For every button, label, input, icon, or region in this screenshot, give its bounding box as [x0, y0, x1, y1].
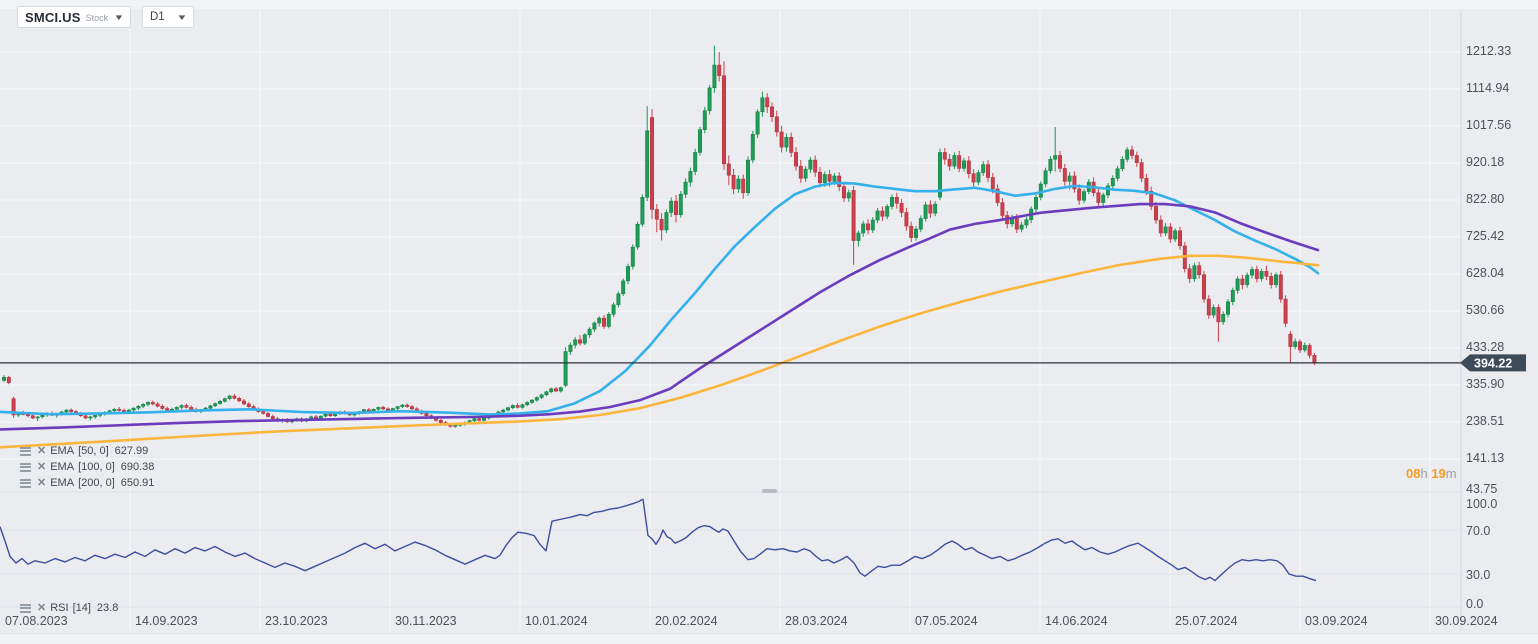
time-axis-label: 14.09.2023 [135, 614, 198, 628]
time-axis-label: 20.02.2024 [655, 614, 718, 628]
price-axis-label: 530.66 [1466, 303, 1505, 317]
indicator-name: EMA [50, 461, 75, 473]
time-axis-label: 30.09.2024 [1435, 614, 1498, 628]
indicator-row-ema50: ✕ EMA [50, 0] 627.99 [20, 443, 154, 459]
price-axis-label: 1212.33 [1466, 44, 1512, 58]
indicator-row-ema200: ✕ EMA [200, 0] 650.91 [20, 475, 154, 491]
time-axis-label: 30.11.2023 [395, 614, 457, 628]
indicator-remove-icon[interactable]: ✕ [37, 462, 46, 473]
symbol-selector[interactable]: SMCI.US Stock ▼ [17, 6, 131, 28]
indicator-params: [14] [72, 602, 91, 614]
rsi-axis-label: 30.0 [1466, 568, 1491, 582]
price-axis-label: 238.51 [1466, 414, 1505, 428]
indicator-params: [100, 0] [78, 461, 115, 473]
indicator-settings-icon[interactable] [20, 462, 31, 472]
indicator-settings-icon[interactable] [20, 446, 31, 456]
indicator-legend: ✕ EMA [50, 0] 627.99 ✕ EMA [100, 0] 690.… [20, 443, 154, 491]
time-axis-label: 07.05.2024 [915, 614, 978, 628]
indicator-value: 690.38 [120, 461, 155, 473]
rsi-axis-label: 100.0 [1466, 497, 1498, 511]
rsi-axis-label: 70.0 [1466, 524, 1491, 538]
price-axis-label: 1114.94 [1466, 81, 1510, 95]
indicator-params: [50, 0] [78, 445, 109, 457]
price-axis-label: 1017.56 [1466, 118, 1512, 132]
top-strip [0, 0, 1538, 9]
indicator-value: 650.91 [120, 477, 155, 489]
symbol-name: SMCI.US [25, 9, 81, 25]
price-axis-label: 433.28 [1466, 340, 1505, 354]
rsi-axis-label: 0.0 [1466, 597, 1484, 611]
current-price-badge: 394.22 [1474, 356, 1512, 370]
indicator-remove-icon[interactable]: ✕ [37, 446, 46, 457]
price-axis-label: 335.90 [1466, 377, 1505, 391]
chevron-down-icon: ▼ [113, 12, 125, 22]
indicator-params: [200, 0] [78, 477, 115, 489]
timeframe-value: D1 [150, 11, 165, 23]
indicator-remove-icon[interactable]: ✕ [37, 603, 46, 614]
time-axis-label: 23.10.2023 [265, 614, 328, 628]
time-axis-label: 14.06.2024 [1045, 614, 1108, 628]
price-axis-label: 141.13 [1466, 451, 1505, 465]
price-axis-label: 725.42 [1466, 229, 1505, 243]
timeframe-selector[interactable]: D1 ▼ [142, 6, 194, 28]
indicator-settings-icon[interactable] [20, 478, 31, 488]
time-axis-label: 03.09.2024 [1305, 614, 1368, 628]
price-axis-label: 822.80 [1466, 192, 1505, 206]
bottom-strip [0, 633, 1538, 644]
chart-window: 394.22 SMCI.US Stock ▼ D1 ▼ ✕ EMA [50, 0… [0, 0, 1538, 644]
chevron-down-icon: ▼ [176, 12, 188, 22]
indicator-row-ema100: ✕ EMA [100, 0] 690.38 [20, 459, 154, 475]
indicator-name: EMA [50, 445, 75, 457]
indicator-name: RSI [50, 602, 69, 614]
price-axis-label: 43.75 [1466, 482, 1498, 496]
indicator-remove-icon[interactable]: ✕ [37, 478, 46, 489]
candle-countdown: 08h 19m [1406, 466, 1457, 481]
price-axis-label: 920.18 [1466, 155, 1505, 169]
time-axis-label: 07.08.2023 [5, 614, 68, 628]
time-axis-label: 10.01.2024 [525, 614, 588, 628]
indicator-name: EMA [50, 477, 75, 489]
panel-resize-handle[interactable] [762, 489, 777, 493]
indicator-value: 627.99 [114, 445, 149, 457]
price-axis-label: 628.04 [1466, 266, 1505, 280]
chart-canvas[interactable]: 394.22 [0, 0, 1538, 644]
time-axis-label: 25.07.2024 [1175, 614, 1238, 628]
indicator-value: 23.8 [96, 602, 119, 614]
symbol-type: Stock [85, 13, 109, 23]
indicator-settings-icon[interactable] [20, 603, 31, 613]
time-axis-label: 28.03.2024 [785, 614, 848, 628]
